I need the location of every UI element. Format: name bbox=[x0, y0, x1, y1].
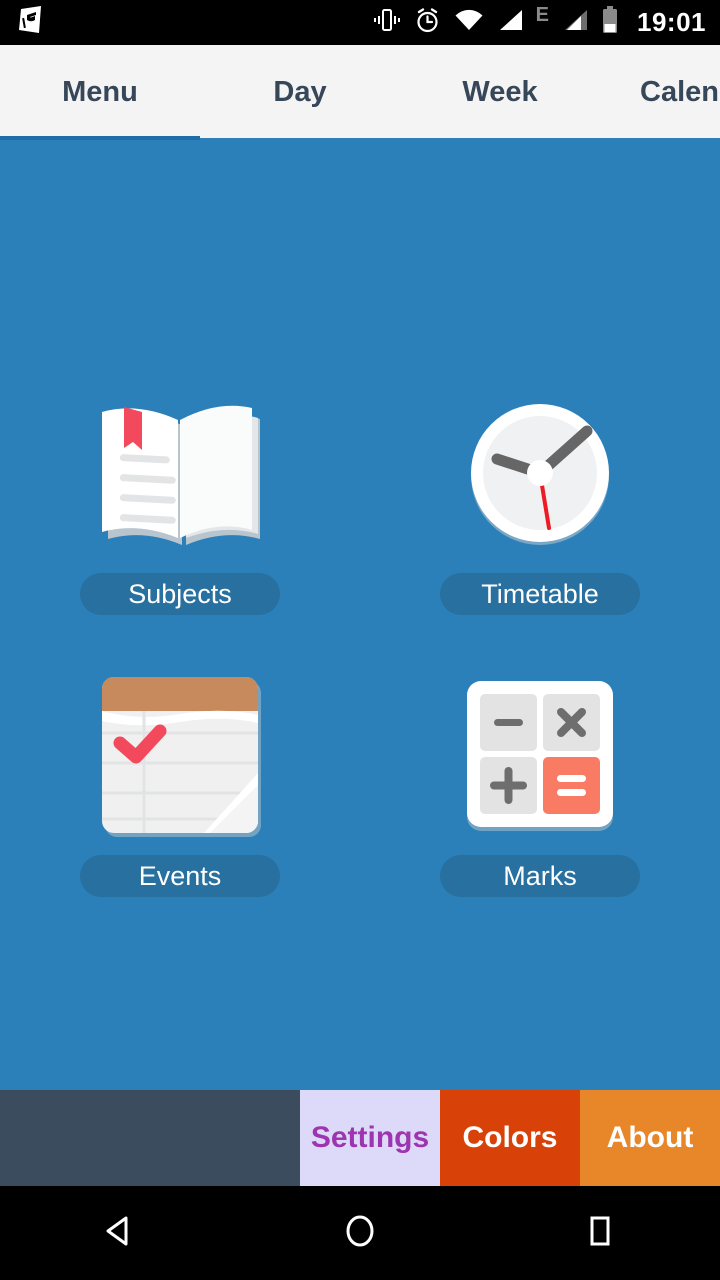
clock-icon bbox=[465, 398, 615, 553]
timetable-label[interactable]: Timetable bbox=[440, 573, 640, 615]
status-bar-icons: E 19:01 bbox=[373, 3, 720, 39]
tab-bar[interactable]: Menu Day Week Calendar bbox=[0, 45, 720, 140]
tab-menu[interactable]: Menu bbox=[0, 45, 200, 140]
settings-button[interactable]: Settings bbox=[300, 1090, 440, 1186]
bottom-bar-spacer bbox=[0, 1090, 300, 1186]
phone-screen: E 19:01 Menu Day Week Calendar bbox=[0, 0, 720, 1280]
menu-screen: Subjects Timetable Events Marks bbox=[0, 140, 720, 1090]
recents-button[interactable] bbox=[540, 1186, 660, 1280]
notepad-check-icon bbox=[98, 673, 262, 842]
menu-item-subjects[interactable]: Subjects bbox=[0, 395, 360, 677]
alarm-icon bbox=[414, 7, 441, 39]
tab-day[interactable]: Day bbox=[200, 45, 400, 140]
menu-grid: Subjects Timetable Events Marks bbox=[0, 395, 720, 959]
signal-2-icon bbox=[562, 8, 588, 37]
marks-icon-box[interactable] bbox=[450, 677, 630, 837]
edge-network-icon: E bbox=[535, 3, 549, 26]
tab-week[interactable]: Week bbox=[400, 45, 600, 140]
vibrate-icon bbox=[373, 7, 401, 38]
status-bar-notifications bbox=[0, 4, 46, 41]
timetable-icon-box[interactable] bbox=[450, 395, 630, 555]
marks-label[interactable]: Marks bbox=[440, 855, 640, 897]
menu-item-events[interactable]: Events bbox=[0, 676, 360, 959]
open-book-icon bbox=[94, 398, 266, 553]
back-triangle-icon bbox=[102, 1213, 138, 1254]
about-button[interactable]: About bbox=[580, 1090, 720, 1186]
signal-icon bbox=[497, 8, 523, 37]
menu-item-timetable[interactable]: Timetable bbox=[360, 395, 720, 677]
status-bar: E 19:01 bbox=[0, 0, 720, 45]
menu-row-2: Events Marks bbox=[0, 676, 720, 959]
android-navigation-bar[interactable] bbox=[0, 1186, 720, 1280]
tab-calendar[interactable]: Calendar bbox=[600, 45, 720, 140]
subjects-label[interactable]: Subjects bbox=[80, 573, 280, 615]
colors-button[interactable]: Colors bbox=[440, 1090, 580, 1186]
home-button[interactable] bbox=[300, 1186, 420, 1280]
subjects-icon-box[interactable] bbox=[90, 395, 270, 555]
battery-icon bbox=[601, 6, 619, 39]
graduation-cap-icon bbox=[14, 4, 46, 41]
recents-square-icon bbox=[582, 1213, 618, 1254]
events-label[interactable]: Events bbox=[80, 855, 280, 897]
back-button[interactable] bbox=[60, 1186, 180, 1280]
status-bar-clock: 19:01 bbox=[637, 7, 706, 37]
home-circle-icon bbox=[342, 1213, 378, 1254]
bottom-bar: Settings Colors About bbox=[0, 1090, 720, 1186]
events-icon-box[interactable] bbox=[90, 676, 270, 837]
menu-item-marks[interactable]: Marks bbox=[360, 677, 720, 959]
calculator-icon bbox=[460, 675, 620, 840]
wifi-icon bbox=[454, 8, 484, 37]
menu-row-1: Subjects Timetable bbox=[0, 395, 720, 677]
